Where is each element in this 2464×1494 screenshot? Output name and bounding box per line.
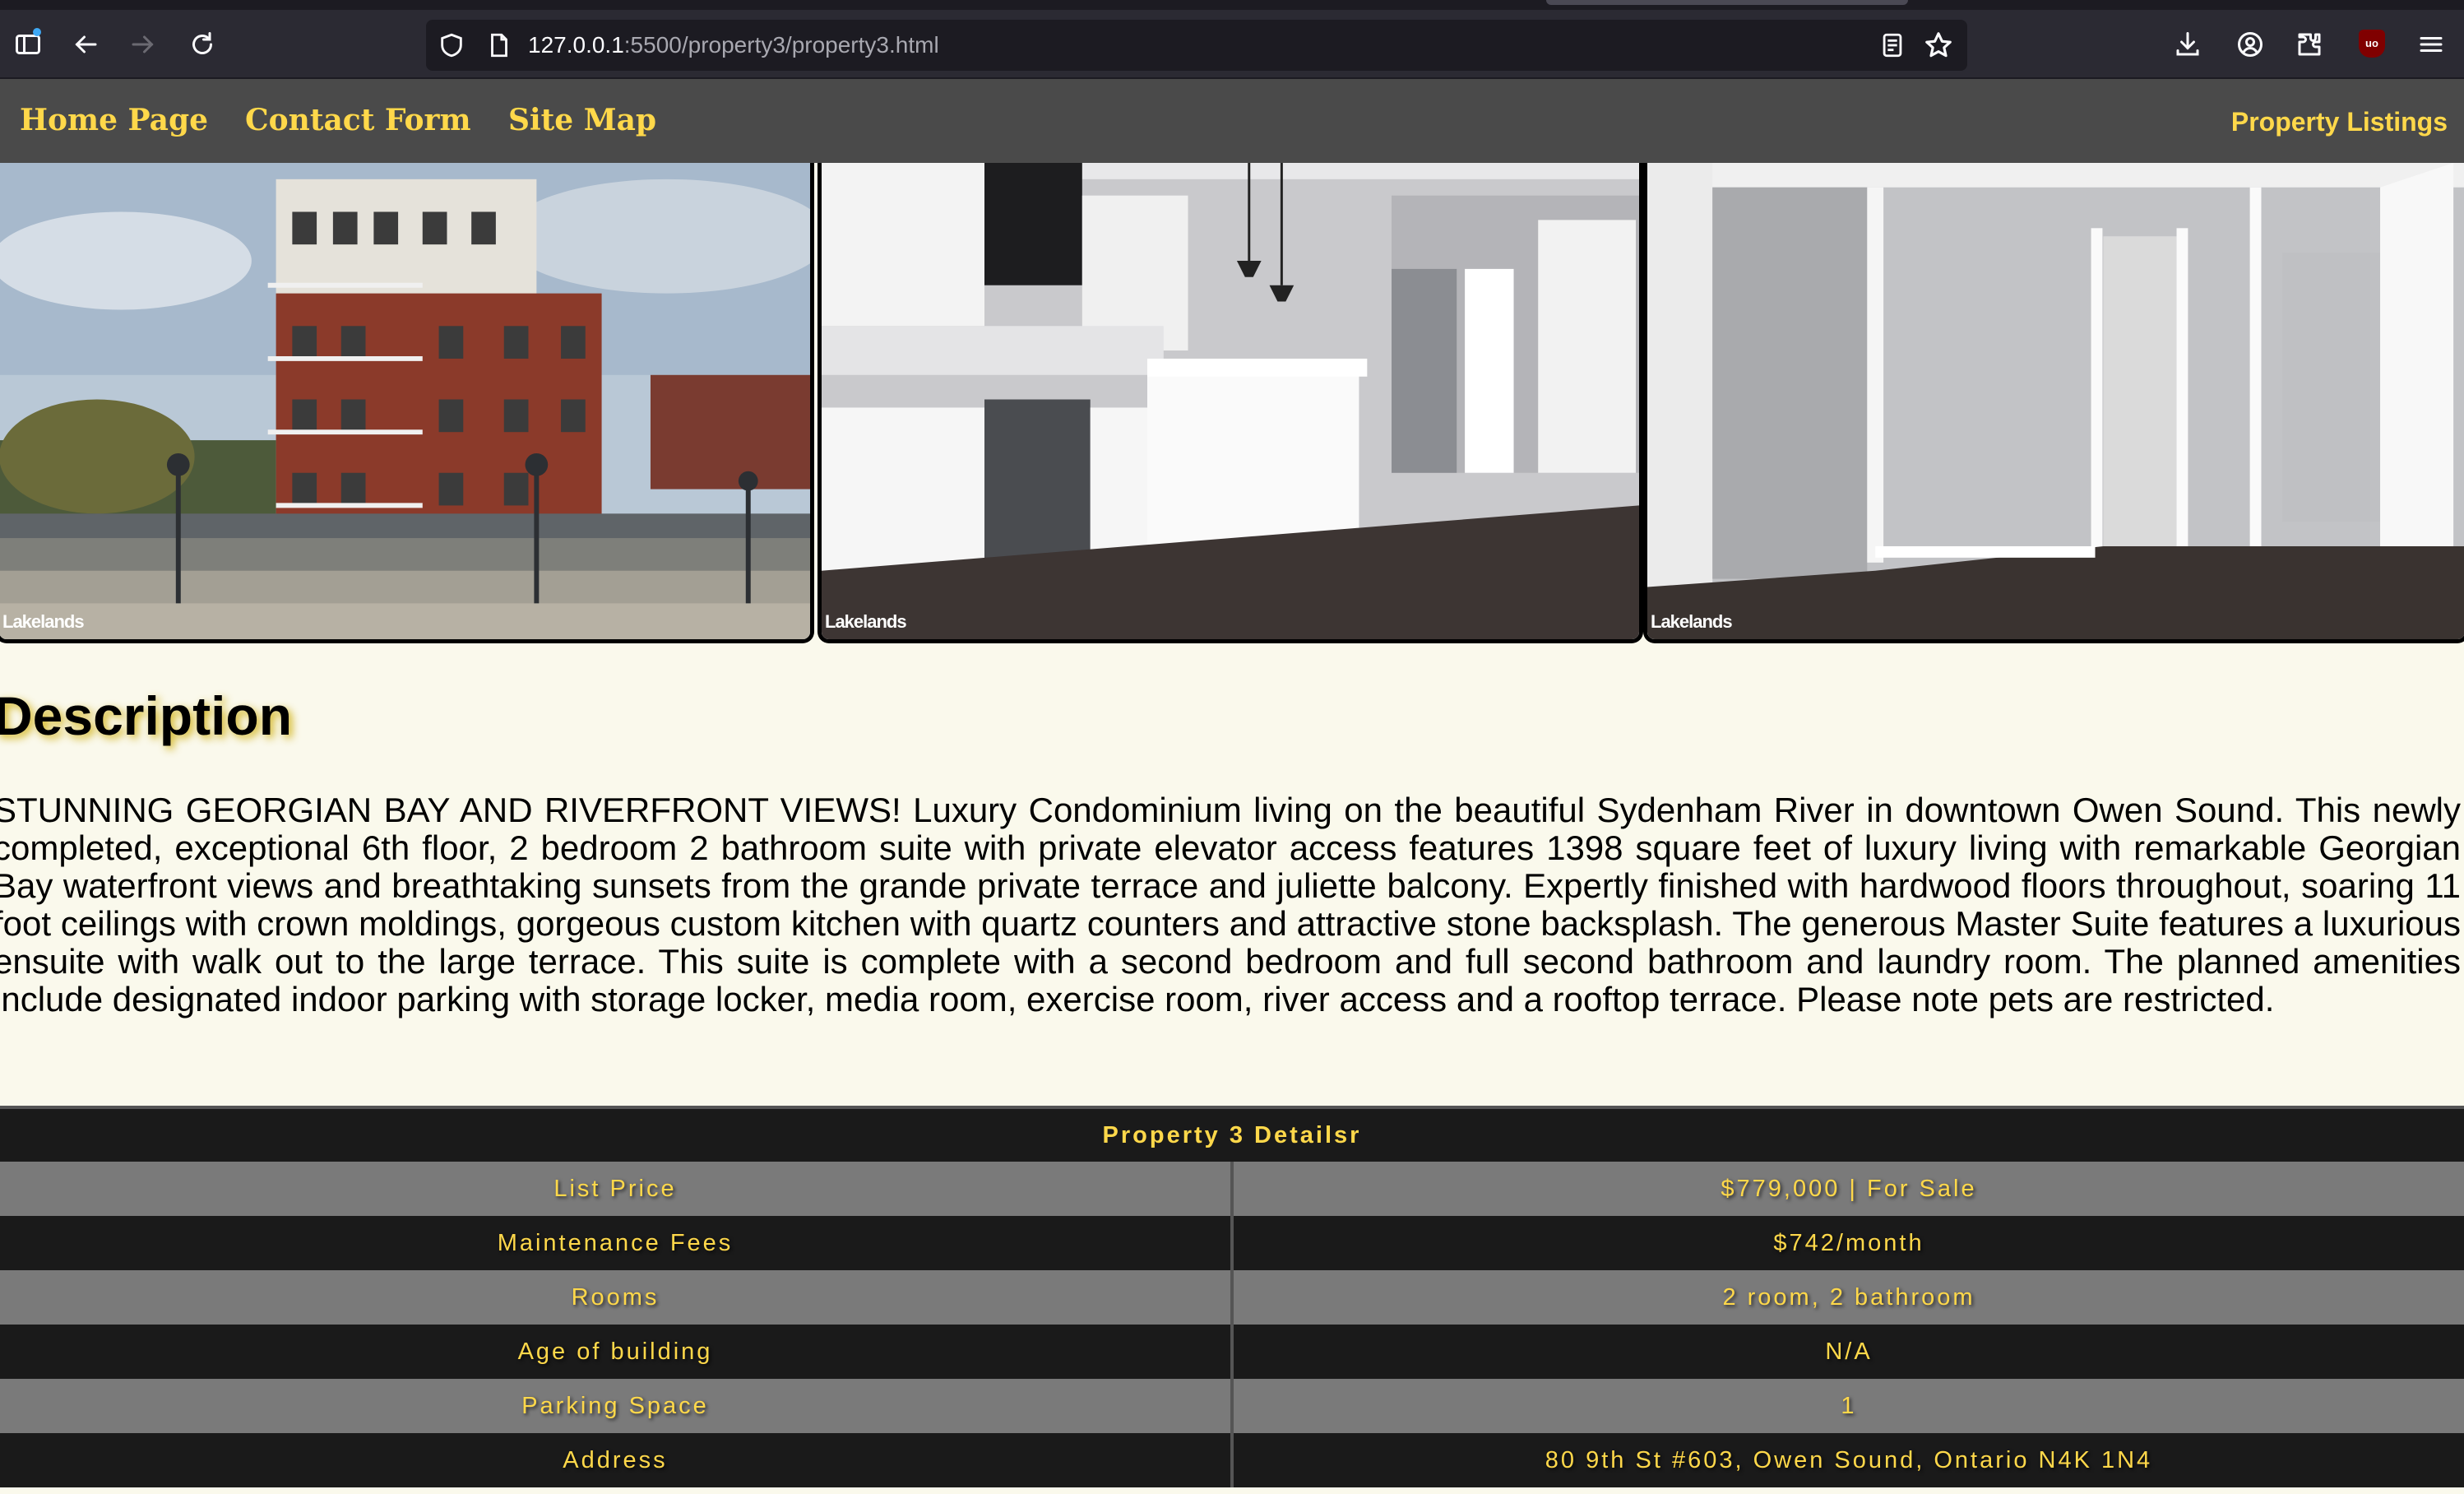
forward-icon[interactable] xyxy=(123,25,163,64)
nav-contact-link[interactable]: Contact Form xyxy=(245,100,471,140)
sidebar-toggle-icon[interactable] xyxy=(8,25,48,64)
table-row: List Price $779,000 | For Sale xyxy=(0,1162,2464,1216)
extensions-icon[interactable] xyxy=(2290,25,2329,64)
description-text: STUNNING GEORGIAN BAY AND RIVERFRONT VIE… xyxy=(0,791,2461,1018)
row-value: $779,000 | For Sale xyxy=(1232,1162,2464,1216)
nav-home-link[interactable]: Home Page xyxy=(20,100,208,140)
row-label: List Price xyxy=(0,1162,1234,1216)
nav-sitemap-link[interactable]: Site Map xyxy=(508,100,656,140)
property-details-table: Property 3 Detailsr List Price $779,000 … xyxy=(0,1106,2464,1487)
account-icon[interactable] xyxy=(2230,25,2270,64)
url-path: :5500/property3/property3.html xyxy=(623,32,939,58)
table-row: Parking Space 1 xyxy=(0,1379,2464,1433)
row-value: 1 xyxy=(1232,1379,2464,1433)
page-icon[interactable] xyxy=(485,31,513,59)
photo-gallery: Lakelands Lakelands Lakelands xyxy=(0,163,2464,650)
site-navigation: Home Page Contact Form Site Map Property… xyxy=(0,79,2464,163)
reload-icon[interactable] xyxy=(183,25,222,64)
photo-kitchen[interactable]: Lakelands xyxy=(817,163,1643,643)
watermark-text: Lakelands xyxy=(2,611,85,632)
row-label: Parking Space xyxy=(0,1379,1234,1433)
table-row: Age of building N/A xyxy=(0,1325,2464,1379)
photo-bedroom[interactable]: Lakelands xyxy=(1643,163,2464,643)
row-value: $742/month xyxy=(1232,1216,2464,1270)
shield-icon[interactable] xyxy=(438,31,465,59)
row-label: Rooms xyxy=(0,1270,1234,1325)
ublock-extension-icon[interactable]: uo xyxy=(2359,30,2385,58)
download-icon[interactable] xyxy=(2168,25,2207,64)
row-value: N/A xyxy=(1232,1325,2464,1379)
row-value: 2 room, 2 bathroom xyxy=(1232,1270,2464,1325)
table-row: Rooms 2 room, 2 bathroom xyxy=(0,1270,2464,1325)
table-row: Address 80 9th St #603, Owen Sound, Onta… xyxy=(0,1433,2464,1487)
reader-view-icon[interactable] xyxy=(1878,31,1906,59)
table-row: Maintenance Fees $742/month xyxy=(0,1216,2464,1270)
tab-strip xyxy=(0,0,2464,10)
table-title: Property 3 Detailsr xyxy=(0,1106,2464,1162)
menu-icon[interactable] xyxy=(2411,25,2451,64)
active-tab-indicator[interactable] xyxy=(1546,0,1908,5)
browser-toolbar: 127.0.0.1:5500/property3/property3.html … xyxy=(0,0,2464,79)
url-host: 127.0.0.1 xyxy=(528,32,624,58)
row-label: Address xyxy=(0,1433,1234,1487)
watermark-text: Lakelands xyxy=(1651,611,1733,632)
address-bar[interactable]: 127.0.0.1:5500/property3/property3.html xyxy=(426,20,1967,71)
nav-listings-link[interactable]: Property Listings xyxy=(2231,102,2448,142)
photo-building-exterior[interactable]: Lakelands xyxy=(0,163,814,643)
watermark-text: Lakelands xyxy=(825,611,907,632)
row-label: Maintenance Fees xyxy=(0,1216,1234,1270)
notification-dot xyxy=(33,28,41,36)
back-icon[interactable] xyxy=(66,25,105,64)
bookmark-star-icon[interactable] xyxy=(1923,30,1954,61)
description-heading: Description xyxy=(0,685,293,746)
url-text[interactable]: 127.0.0.1:5500/property3/property3.html xyxy=(528,31,939,59)
row-label: Age of building xyxy=(0,1325,1234,1379)
row-value: 80 9th St #603, Owen Sound, Ontario N4K … xyxy=(1232,1433,2464,1487)
